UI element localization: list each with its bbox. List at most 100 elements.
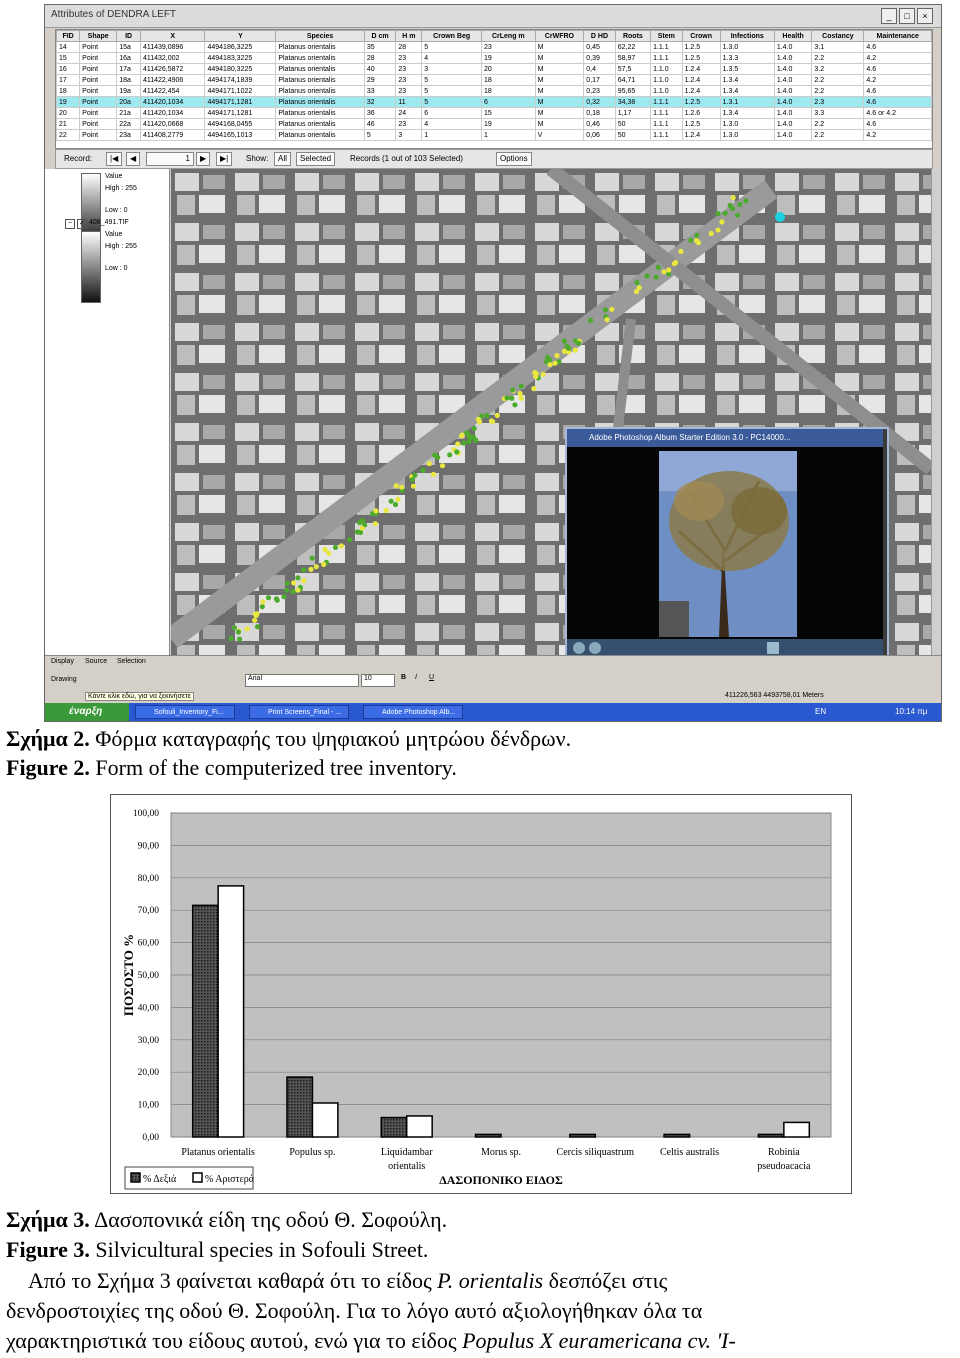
- selected-tree-marker[interactable]: [775, 212, 785, 222]
- tree-point[interactable]: [588, 317, 594, 323]
- tree-point[interactable]: [432, 452, 438, 458]
- tree-point[interactable]: [552, 360, 558, 366]
- expand-icon[interactable]: −: [65, 219, 75, 229]
- tree-point[interactable]: [517, 390, 523, 397]
- italic-button[interactable]: I: [415, 674, 417, 681]
- tree-point[interactable]: [252, 617, 258, 623]
- tree-point[interactable]: [322, 546, 328, 553]
- tree-point[interactable]: [715, 211, 721, 217]
- tree-point[interactable]: [737, 201, 743, 207]
- tree-point[interactable]: [576, 340, 582, 346]
- tree-point[interactable]: [671, 261, 677, 267]
- tree-point[interactable]: [388, 498, 394, 504]
- zoom-icon[interactable]: [767, 642, 779, 654]
- column-header[interactable]: Crown Beg: [421, 30, 482, 42]
- tree-point[interactable]: [284, 580, 290, 586]
- underline-button[interactable]: U: [429, 674, 434, 681]
- source-tab[interactable]: Source: [85, 658, 107, 665]
- tree-point[interactable]: [661, 269, 667, 275]
- tree-point[interactable]: [678, 248, 684, 254]
- column-header[interactable]: D cm: [363, 30, 397, 42]
- selection-tab[interactable]: Selection: [117, 658, 146, 665]
- tree-point[interactable]: [259, 604, 265, 610]
- column-header[interactable]: Maintenance: [863, 30, 932, 42]
- tree-point[interactable]: [730, 206, 736, 212]
- tree-point[interactable]: [295, 575, 301, 581]
- tree-point[interactable]: [447, 452, 453, 458]
- tree-point[interactable]: [235, 629, 241, 635]
- tree-point[interactable]: [430, 471, 436, 477]
- tree-point[interactable]: [326, 550, 332, 556]
- tree-point[interactable]: [237, 636, 243, 642]
- tree-point[interactable]: [572, 347, 578, 353]
- tree-point[interactable]: [655, 264, 661, 270]
- tree-point[interactable]: [265, 595, 272, 601]
- tree-point[interactable]: [730, 195, 736, 201]
- tree-point[interactable]: [313, 564, 319, 570]
- tree-point[interactable]: [439, 463, 446, 469]
- tree-point[interactable]: [372, 521, 378, 527]
- options-button[interactable]: Options: [496, 152, 532, 166]
- tree-point[interactable]: [708, 230, 714, 237]
- table-row[interactable]: 14 Point 15a 411439,0896 4494186,3225 Platanu…: [56, 41, 932, 53]
- taskbar-item-sofouli[interactable]: Sofouli_Inventory_Fi...: [135, 705, 235, 719]
- tree-point[interactable]: [420, 467, 426, 473]
- column-header[interactable]: Crown: [681, 30, 721, 42]
- column-header[interactable]: D HD: [583, 30, 616, 42]
- column-header[interactable]: Roots: [614, 30, 652, 42]
- tree-point[interactable]: [694, 232, 700, 238]
- tree-point[interactable]: [357, 520, 363, 526]
- tree-point[interactable]: [666, 267, 672, 273]
- tree-point[interactable]: [354, 529, 361, 535]
- layer-checkbox[interactable]: ✓: [77, 219, 87, 229]
- tree-point[interactable]: [634, 279, 640, 286]
- tree-point[interactable]: [260, 599, 266, 605]
- minimize-icon[interactable]: _: [881, 8, 897, 24]
- tree-point[interactable]: [473, 437, 479, 443]
- tree-point[interactable]: [494, 412, 500, 418]
- tree-point[interactable]: [301, 578, 307, 584]
- tree-point[interactable]: [426, 461, 432, 467]
- tree-point[interactable]: [488, 418, 494, 424]
- tree-point[interactable]: [332, 544, 339, 550]
- column-header[interactable]: CrLeng m: [481, 30, 536, 42]
- tree-point[interactable]: [254, 624, 261, 630]
- taskbar-item-print-screens[interactable]: Print Screens_Final - ...: [249, 705, 349, 719]
- tree-point[interactable]: [281, 594, 287, 600]
- table-row[interactable]: 22 Point 23a 411408,2779 4494165,1013 Platanu…: [56, 129, 932, 141]
- tree-point[interactable]: [274, 597, 280, 603]
- table-row[interactable]: 15 Point 16a 411432,002 4494183,3225 Platanus…: [56, 52, 932, 64]
- table-row[interactable]: 16 Point 17a 411426,5872 4494180,3225 Platanu…: [56, 63, 932, 75]
- tree-point[interactable]: [518, 395, 524, 401]
- column-header[interactable]: H m: [395, 30, 423, 42]
- tree-point[interactable]: [518, 383, 524, 389]
- tree-point[interactable]: [545, 354, 551, 361]
- tree-point[interactable]: [719, 219, 725, 225]
- tree-point[interactable]: [715, 227, 721, 233]
- tree-point[interactable]: [455, 441, 461, 447]
- tree-point[interactable]: [399, 484, 405, 490]
- tree-point[interactable]: [254, 611, 260, 617]
- back-icon[interactable]: [573, 642, 585, 654]
- tree-point[interactable]: [477, 419, 483, 425]
- next-record-button[interactable]: ▶: [196, 152, 211, 166]
- tree-point[interactable]: [743, 198, 749, 204]
- tree-point[interactable]: [540, 371, 546, 377]
- column-header[interactable]: ID: [116, 30, 141, 42]
- tree-point[interactable]: [722, 210, 728, 216]
- tree-point[interactable]: [554, 353, 560, 359]
- start-button[interactable]: έναρξη: [45, 703, 129, 721]
- tree-point[interactable]: [604, 317, 610, 323]
- table-row[interactable]: 18 Point 19a 411422,454 4494171,1022 Platanus…: [56, 85, 932, 97]
- tree-point[interactable]: [533, 373, 539, 380]
- tree-point[interactable]: [409, 477, 415, 483]
- bold-button[interactable]: B: [401, 674, 406, 681]
- tree-point[interactable]: [633, 289, 640, 295]
- table-row[interactable]: 17 Point 18a 411422,4906 4494174,1839 Platanu…: [56, 74, 932, 86]
- table-row[interactable]: 19 Point 20a 411420,1034 4494171,1281 Platanu…: [56, 96, 932, 108]
- tree-point[interactable]: [338, 543, 344, 549]
- table-row[interactable]: 20 Point 21a 411420,1034 4494171,1281 Platanu…: [56, 107, 932, 119]
- tree-point[interactable]: [284, 587, 290, 593]
- tree-point[interactable]: [510, 387, 516, 393]
- maximize-icon[interactable]: □: [899, 8, 915, 24]
